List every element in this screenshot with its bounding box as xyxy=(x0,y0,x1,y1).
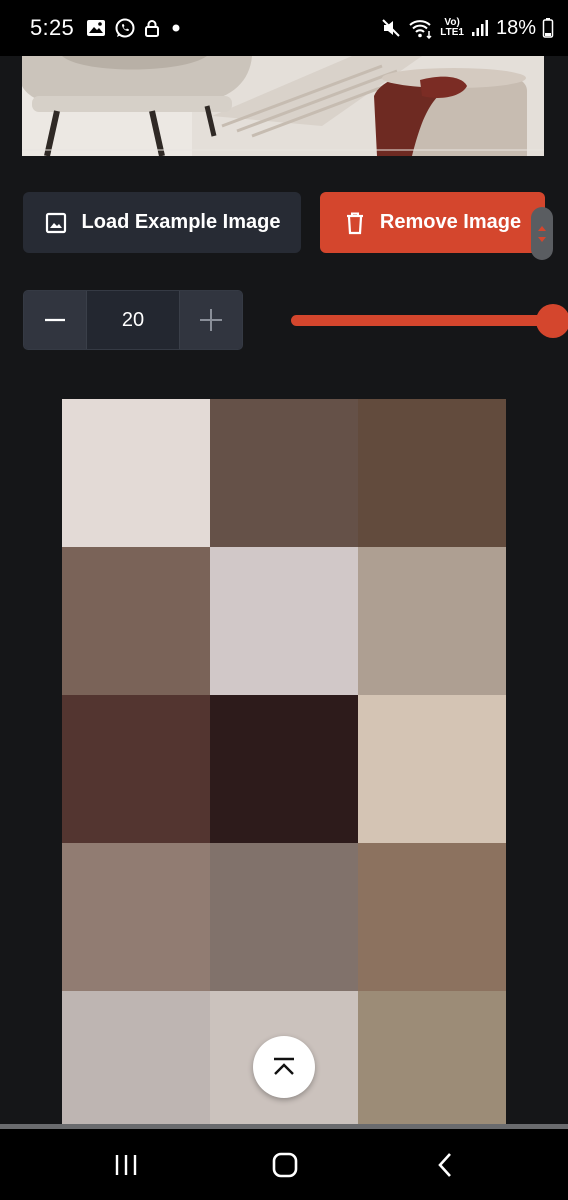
wifi-icon xyxy=(408,17,434,39)
signal-icon xyxy=(470,18,490,38)
volte-label-bottom: LTE1 xyxy=(440,27,464,38)
scroll-to-top-icon xyxy=(271,1057,297,1077)
decrement-button[interactable] xyxy=(24,291,86,349)
color-swatch[interactable] xyxy=(62,547,210,695)
system-nav-bar xyxy=(0,1129,568,1200)
whatsapp-icon xyxy=(114,17,136,39)
load-example-image-button[interactable]: Load Example Image xyxy=(23,192,301,253)
color-count-stepper: 20 xyxy=(23,290,243,350)
color-swatch[interactable] xyxy=(62,399,210,547)
color-palette-grid xyxy=(62,399,506,1139)
load-example-image-label: Load Example Image xyxy=(81,211,281,233)
recents-icon xyxy=(113,1153,139,1177)
dot-icon xyxy=(168,20,184,36)
remove-image-label: Remove Image xyxy=(379,211,522,233)
color-swatch[interactable] xyxy=(358,843,506,991)
home-button[interactable] xyxy=(235,1129,335,1200)
color-swatch[interactable] xyxy=(210,547,358,695)
trash-icon xyxy=(344,211,366,235)
increment-button[interactable] xyxy=(180,291,242,349)
color-count-slider-track[interactable] xyxy=(291,315,553,326)
color-count-input[interactable]: 20 xyxy=(86,291,180,349)
status-bar: 5:25 Vo) LTE1 18% xyxy=(0,0,568,56)
home-icon xyxy=(271,1151,299,1179)
color-swatch[interactable] xyxy=(62,695,210,843)
gallery-icon xyxy=(86,18,106,38)
battery-icon xyxy=(542,17,554,39)
minus-icon xyxy=(43,308,67,332)
color-swatch[interactable] xyxy=(358,547,506,695)
color-count-slider-thumb[interactable] xyxy=(536,304,568,338)
color-swatch[interactable] xyxy=(62,991,210,1139)
scroll-down-icon xyxy=(538,236,546,242)
color-swatch[interactable] xyxy=(358,399,506,547)
remove-image-button[interactable]: Remove Image xyxy=(320,192,545,253)
recents-button[interactable] xyxy=(76,1129,176,1200)
status-time: 5:25 xyxy=(30,15,75,40)
color-swatch[interactable] xyxy=(358,991,506,1139)
color-swatch[interactable] xyxy=(210,843,358,991)
color-swatch[interactable] xyxy=(210,695,358,843)
color-swatch[interactable] xyxy=(62,843,210,991)
volte-icon: Vo) LTE1 xyxy=(440,18,464,38)
mute-icon xyxy=(380,17,402,39)
scroll-up-icon xyxy=(538,225,546,231)
color-swatch[interactable] xyxy=(358,695,506,843)
page-scroll-handle[interactable] xyxy=(531,207,553,260)
plus-icon xyxy=(198,307,224,333)
back-button[interactable] xyxy=(395,1129,495,1200)
lock-icon xyxy=(144,19,160,37)
back-icon xyxy=(435,1151,455,1179)
preview-image xyxy=(22,56,544,156)
image-icon xyxy=(44,211,68,235)
color-swatch[interactable] xyxy=(210,399,358,547)
scroll-to-top-button[interactable] xyxy=(253,1036,315,1098)
battery-percent: 18% xyxy=(495,16,536,39)
